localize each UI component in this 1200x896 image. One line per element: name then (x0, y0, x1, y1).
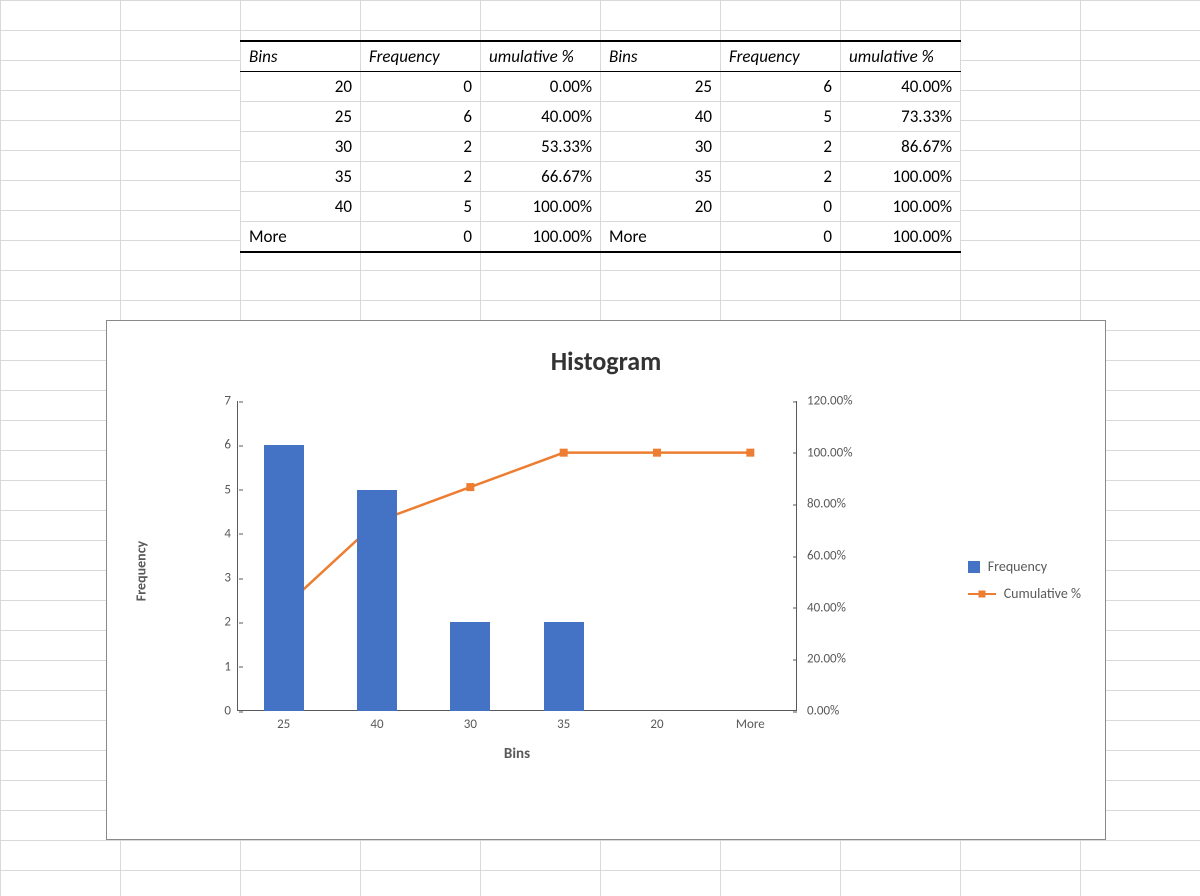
x-axis-title: Bins (504, 745, 530, 763)
cell[interactable]: 53.33% (481, 132, 601, 162)
y-left-tick: 2 (224, 615, 237, 630)
line-series-svg (237, 401, 797, 711)
plot-wrap: Frequency Bins 012345670.00%20.00%40.00%… (207, 401, 867, 741)
cell[interactable]: 2 (721, 162, 841, 192)
legend-label: Cumulative % (1004, 585, 1081, 602)
cell[interactable]: 73.33% (841, 102, 961, 132)
cell[interactable]: 20 (241, 72, 361, 102)
table-row[interactable]: 25 6 40.00% 40 5 73.33% (241, 102, 961, 132)
cell[interactable]: 2 (721, 132, 841, 162)
cumulative-line (284, 453, 751, 608)
y-right-tick: 60.00% (797, 549, 846, 564)
cell[interactable]: 40 (601, 102, 721, 132)
cell[interactable]: 35 (241, 162, 361, 192)
cell[interactable]: 25 (241, 102, 361, 132)
y-right-tick: 0.00% (797, 704, 839, 719)
line-marker (746, 449, 754, 457)
x-tick-label: 35 (557, 717, 570, 732)
cell[interactable]: 100.00% (841, 222, 961, 253)
y-right-tick: 120.00% (797, 394, 853, 409)
chart-bar (357, 490, 397, 711)
cell[interactable]: 100.00% (841, 192, 961, 222)
cell[interactable]: 35 (601, 162, 721, 192)
cell[interactable]: 25 (601, 72, 721, 102)
chart-bar (450, 622, 490, 711)
sheet-content: Bins Frequency umulative % Bins Frequenc… (0, 0, 1200, 896)
legend-swatch-bar (968, 561, 980, 573)
cell[interactable]: 30 (241, 132, 361, 162)
cell[interactable]: More (241, 222, 361, 253)
col-cumulative-2: umulative % (841, 41, 961, 72)
y-left-tick: 0 (224, 704, 237, 719)
x-tick-label: 25 (277, 717, 290, 732)
col-bins-2: Bins (601, 41, 721, 72)
cell[interactable]: 66.67% (481, 162, 601, 192)
y-left-tick: 1 (224, 659, 237, 674)
col-cumulative-1: umulative % (481, 41, 601, 72)
table-row[interactable]: More 0 100.00% More 0 100.00% (241, 222, 961, 253)
cell[interactable]: 40.00% (481, 102, 601, 132)
table-header-row: Bins Frequency umulative % Bins Frequenc… (241, 41, 961, 72)
y-right-tick: 20.00% (797, 652, 846, 667)
legend-item-cumulative: Cumulative % (968, 585, 1081, 602)
cell[interactable]: 2 (361, 132, 481, 162)
cell[interactable]: 40 (241, 192, 361, 222)
cell[interactable]: 2 (361, 162, 481, 192)
y-left-tick: 5 (224, 482, 237, 497)
cell[interactable]: 6 (361, 102, 481, 132)
cell[interactable]: 40.00% (841, 72, 961, 102)
line-marker (560, 449, 568, 457)
histogram-chart[interactable]: Histogram Frequency Bins 012345670.00%20… (106, 320, 1106, 840)
line-marker (466, 483, 474, 491)
col-frequency-2: Frequency (721, 41, 841, 72)
chart-bar (544, 622, 584, 711)
cell[interactable]: 100.00% (481, 192, 601, 222)
col-frequency-1: Frequency (361, 41, 481, 72)
y-axis-title: Frequency (133, 541, 150, 601)
y-left-tick: 7 (224, 394, 237, 409)
cell[interactable]: 20 (601, 192, 721, 222)
chart-bar (264, 445, 304, 711)
y-right-tick: 100.00% (797, 445, 853, 460)
line-marker (653, 449, 661, 457)
y-left-tick: 4 (224, 526, 237, 541)
y-left-tick: 6 (224, 438, 237, 453)
cell[interactable]: 0 (361, 222, 481, 253)
cell[interactable]: 0 (721, 192, 841, 222)
legend-item-frequency: Frequency (968, 558, 1081, 575)
legend-label: Frequency (988, 558, 1047, 575)
plot-area: Bins 012345670.00%20.00%40.00%60.00%80.0… (237, 401, 797, 711)
col-bins-1: Bins (241, 41, 361, 72)
cell[interactable]: 6 (721, 72, 841, 102)
cell[interactable]: 100.00% (481, 222, 601, 253)
x-tick-label: 20 (650, 717, 663, 732)
cell[interactable]: 5 (361, 192, 481, 222)
x-tick-label: More (736, 717, 765, 732)
cell[interactable]: 86.67% (841, 132, 961, 162)
table-row[interactable]: 30 2 53.33% 30 2 86.67% (241, 132, 961, 162)
chart-legend: Frequency Cumulative % (968, 548, 1081, 612)
cell[interactable]: 0 (721, 222, 841, 253)
cell[interactable]: 100.00% (841, 162, 961, 192)
cell[interactable]: More (601, 222, 721, 253)
cell[interactable]: 30 (601, 132, 721, 162)
x-tick-label: 30 (464, 717, 477, 732)
table-row[interactable]: 35 2 66.67% 35 2 100.00% (241, 162, 961, 192)
y-right-tick: 80.00% (797, 497, 846, 512)
x-tick-label: 40 (370, 717, 383, 732)
chart-title: Histogram (107, 345, 1105, 377)
cell[interactable]: 5 (721, 102, 841, 132)
y-left-tick: 3 (224, 571, 237, 586)
legend-swatch-line (968, 593, 996, 595)
table-row[interactable]: 20 0 0.00% 25 6 40.00% (241, 72, 961, 102)
table-row[interactable]: 40 5 100.00% 20 0 100.00% (241, 192, 961, 222)
frequency-table: Bins Frequency umulative % Bins Frequenc… (240, 40, 961, 253)
y-right-tick: 40.00% (797, 600, 846, 615)
cell[interactable]: 0.00% (481, 72, 601, 102)
cell[interactable]: 0 (361, 72, 481, 102)
